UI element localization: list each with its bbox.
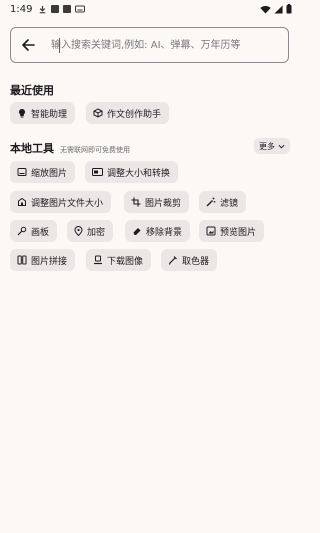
chip-label: 作文创作助手 [107,109,162,120]
resize-convert-icon [92,168,103,176]
search-box[interactable] [10,27,289,63]
chip-label: 图片裁剪 [145,198,182,209]
tool-preview-image[interactable]: 预览图片 [199,220,265,242]
palette-icon [17,226,27,236]
more-button[interactable]: 更多 [254,138,290,154]
chip-label: 图片拼接 [31,256,68,267]
chip-label: 预览图片 [220,227,257,238]
image-resize-icon [17,168,27,176]
chip-label: 缩放图片 [31,168,68,179]
tool-image-stitch[interactable]: 图片拼接 [10,249,76,271]
tool-encrypt[interactable]: 加密 [67,220,114,242]
stitch-icon [17,255,27,265]
image-preview-icon [206,226,216,236]
tool-download-image[interactable]: 下载图像 [86,249,152,271]
chip-label: 滤镜 [220,198,239,209]
tool-remove-background[interactable]: 移除背景 [125,220,191,242]
chip-label: 调整大小和转换 [107,168,171,179]
tool-resize-convert[interactable]: 调整大小和转换 [85,161,179,183]
local-tools-title: 本地工具 [10,142,54,155]
status-time: 1:49 [10,3,33,15]
tool-crop[interactable]: 图片裁剪 [124,191,190,213]
more-label: 更多 [259,141,275,151]
eraser-icon [133,228,141,235]
wifi-icon [260,5,271,14]
chevron-down-icon [278,144,285,149]
chip-label: 移除背景 [146,227,183,238]
lock-pin-icon [74,226,83,236]
recent-item-smart-assistant[interactable]: 智能助理 [10,102,76,124]
file-size-icon [18,197,26,206]
download-notification-icon [40,5,46,13]
chip-label: 调整图片文件大小 [31,198,104,209]
keyboard-notification-icon [75,5,86,13]
app-notification-icon-2 [63,5,72,13]
download-image-icon [94,255,102,265]
text-caret [59,38,60,53]
tool-filter[interactable]: 滤镜 [199,191,247,213]
chip-label: 加密 [87,227,106,238]
battery-icon [286,4,292,14]
chip-label: 取色器 [182,256,210,267]
app-notification-icon [51,5,60,13]
arrow-back-icon [22,39,35,51]
search-input[interactable] [45,28,288,62]
chip-label: 智能助理 [31,109,68,120]
back-button[interactable] [11,28,45,62]
cube-icon [93,108,103,118]
tool-zoom-image[interactable]: 缩放图片 [10,161,76,183]
tool-drawing-board[interactable]: 画板 [10,220,58,242]
lightbulb-icon [19,109,25,118]
recent-section-title: 最近使用 [10,84,54,97]
signal-icon [274,4,283,14]
recent-item-essay-assistant[interactable]: 作文创作助手 [86,102,170,124]
magic-wand-icon [206,197,216,207]
status-bar: 1:49 [0,0,300,18]
color-picker-icon [168,256,177,265]
tool-adjust-file-size[interactable]: 调整图片文件大小 [10,191,112,213]
chip-label: 下载图像 [107,256,144,267]
local-tools-subtitle: 无需联网即可免费使用 [60,146,130,154]
tool-color-picker[interactable]: 取色器 [161,249,218,271]
local-tools-section-title: 本地工具 无需联网即可免费使用 [10,140,130,156]
crop-icon [131,197,141,207]
chip-label: 画板 [31,227,50,238]
